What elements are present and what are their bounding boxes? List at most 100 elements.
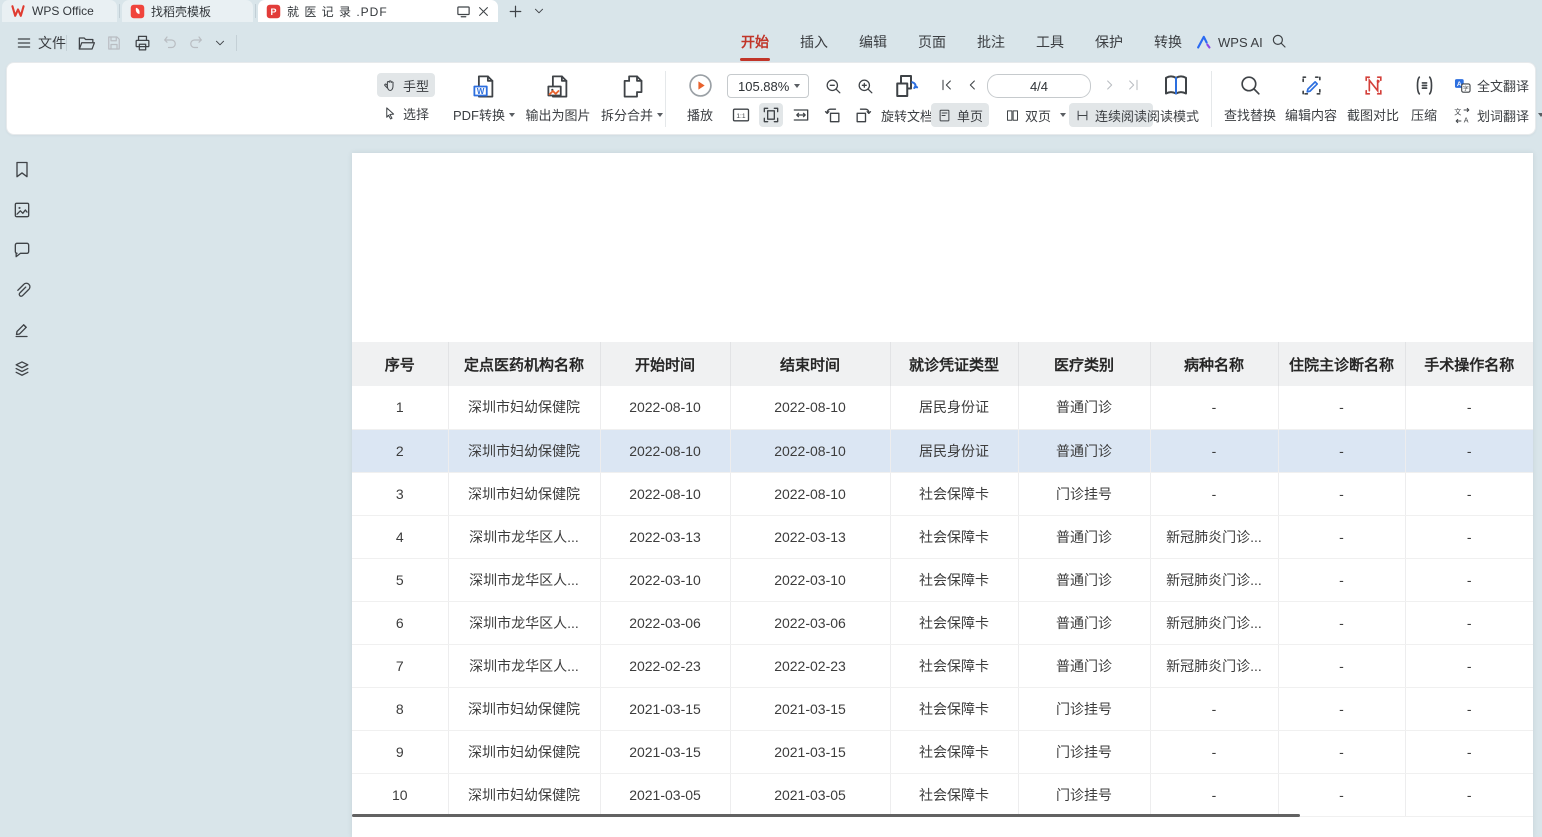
pen-icon — [12, 319, 32, 339]
menu-item-转换[interactable]: 转换 — [1153, 28, 1183, 56]
last-page-button[interactable] — [1123, 75, 1143, 95]
comments-panel-button[interactable] — [12, 240, 32, 260]
pdf-convert-button[interactable]: W PDF转换 — [445, 71, 523, 128]
table-cell: 门诊挂号 — [1018, 687, 1150, 730]
first-page-icon — [939, 77, 955, 93]
menu-item-批注[interactable]: 批注 — [976, 28, 1006, 56]
fit-width-icon — [791, 105, 811, 125]
table-cell: 社会保障卡 — [890, 515, 1018, 558]
table-header-cell: 医疗类别 — [1018, 342, 1150, 386]
tab-list-button[interactable] — [530, 2, 548, 20]
rotate-document-button[interactable]: 旋转文档 — [879, 103, 935, 127]
menu-item-页面[interactable]: 页面 — [917, 28, 947, 56]
zoom-level-select[interactable]: 105.88% — [727, 74, 809, 98]
table-cell: - — [1405, 601, 1533, 644]
single-page-button[interactable]: 单页 — [931, 103, 989, 127]
layers-panel-button[interactable] — [12, 359, 32, 379]
continuous-read-button[interactable]: 连续阅读 — [1069, 103, 1153, 127]
layers-icon — [12, 359, 32, 379]
rotate-doc-icon-wrap[interactable] — [891, 71, 921, 106]
pdf-convert-icon: W — [471, 73, 498, 100]
attachments-panel-button[interactable] — [12, 280, 32, 300]
zoom-out-button[interactable] — [821, 74, 845, 98]
thumbnails-panel-button[interactable] — [12, 200, 32, 220]
table-cell: 普通门诊 — [1018, 386, 1150, 429]
undo-button[interactable] — [160, 33, 180, 53]
save-button[interactable] — [104, 33, 124, 53]
left-sidebar — [0, 135, 44, 837]
continuous-read-icon — [1075, 108, 1090, 123]
chevron-down-icon — [794, 84, 800, 88]
table-cell: 新冠肺炎门诊... — [1150, 558, 1278, 601]
pdf-page: 序号定点医药机构名称开始时间结束时间就诊凭证类型医疗类别病种名称住院主诊断名称手… — [352, 153, 1533, 837]
menu-item-插入[interactable]: 插入 — [799, 28, 829, 56]
menu-search-button[interactable] — [1270, 32, 1290, 52]
read-mode-button[interactable]: 阅读模式 — [1145, 103, 1201, 127]
play-label: 播放 — [687, 105, 713, 124]
menu-item-保护[interactable]: 保护 — [1094, 28, 1124, 56]
table-cell: 2022-03-06 — [730, 601, 890, 644]
rotate-document-icon — [891, 71, 921, 101]
file-menu-button[interactable]: 文件 — [10, 30, 72, 56]
table-cell: 社会保障卡 — [890, 558, 1018, 601]
full-translate-button[interactable]: A字 全文翻译 — [1451, 73, 1531, 97]
zoom-in-button[interactable] — [853, 74, 877, 98]
table-cell: - — [1278, 601, 1405, 644]
bookmark-icon — [12, 160, 32, 180]
open-file-button[interactable] — [76, 33, 96, 53]
word-translate-button[interactable]: 文A 划词翻译 — [1451, 103, 1542, 127]
svg-text:文: 文 — [1454, 107, 1461, 116]
horizontal-scrollbar-thumb[interactable] — [352, 814, 1300, 817]
next-page-button[interactable] — [1099, 75, 1119, 95]
table-cell: 2022-02-23 — [600, 644, 730, 687]
double-page-button[interactable]: 双页 — [999, 103, 1072, 127]
table-cell: 2022-02-23 — [730, 644, 890, 687]
previous-page-button[interactable] — [963, 75, 983, 95]
actual-size-button[interactable]: 1:1 — [729, 103, 753, 127]
double-page-label: 双页 — [1025, 106, 1051, 125]
redo-button[interactable] — [186, 33, 206, 53]
table-cell: 2 — [352, 429, 448, 472]
wps-ai-button[interactable]: WPS AI — [1196, 30, 1263, 54]
tab-wps-office[interactable]: WPS Office — [2, 0, 117, 22]
chevron-left-icon — [965, 77, 981, 93]
screenshot-compare-button[interactable]: 截图对比 — [1343, 71, 1403, 128]
table-cell: 2022-08-10 — [600, 429, 730, 472]
menu-item-工具[interactable]: 工具 — [1035, 28, 1065, 56]
split-merge-button[interactable]: 拆分合并 — [597, 71, 667, 128]
find-replace-button[interactable]: 查找替换 — [1219, 71, 1281, 128]
rotate-left-button[interactable] — [821, 103, 845, 127]
quickbar-more-button[interactable] — [210, 33, 230, 53]
table-cell: 居民身份证 — [890, 386, 1018, 429]
separate-window-icon[interactable] — [456, 4, 471, 19]
split-merge-label: 拆分合并 — [601, 105, 653, 124]
read-mode-icon-wrap[interactable] — [1161, 71, 1191, 106]
first-page-button[interactable] — [937, 75, 957, 95]
new-tab-button[interactable] — [506, 2, 524, 20]
table-cell: 2021-03-15 — [600, 687, 730, 730]
hand-tool-button[interactable]: 手型 — [377, 73, 435, 97]
menu-item-开始[interactable]: 开始 — [740, 28, 770, 56]
export-image-button[interactable]: 输出为图片 — [521, 71, 595, 128]
table-cell: 10 — [352, 773, 448, 816]
read-mode-label: 阅读模式 — [1147, 106, 1199, 125]
tab-docer[interactable]: 找稻壳模板 — [122, 0, 253, 22]
edit-content-button[interactable]: 编辑内容 — [1281, 71, 1341, 128]
compress-button[interactable]: 压缩 — [1403, 71, 1445, 128]
fit-page-button[interactable] — [759, 103, 783, 127]
tab-document-pdf[interactable]: P 就 医 记 录 .PDF — [258, 0, 498, 22]
table-cell: 1 — [352, 386, 448, 429]
print-button[interactable] — [132, 33, 152, 53]
select-tool-button[interactable]: 选择 — [377, 101, 435, 125]
bookmarks-panel-button[interactable] — [12, 160, 32, 180]
play-button[interactable]: 播放 — [675, 71, 725, 128]
menu-item-编辑[interactable]: 编辑 — [858, 28, 888, 56]
signature-panel-button[interactable] — [12, 319, 32, 339]
close-tab-icon[interactable] — [477, 5, 490, 18]
rotate-right-button[interactable] — [851, 103, 875, 127]
table-cell: 2022-08-10 — [600, 386, 730, 429]
fit-width-button[interactable] — [789, 103, 813, 127]
page-number-input[interactable]: 4/4 — [987, 74, 1091, 98]
table-cell: 9 — [352, 730, 448, 773]
table-cell: 2022-08-10 — [730, 472, 890, 515]
